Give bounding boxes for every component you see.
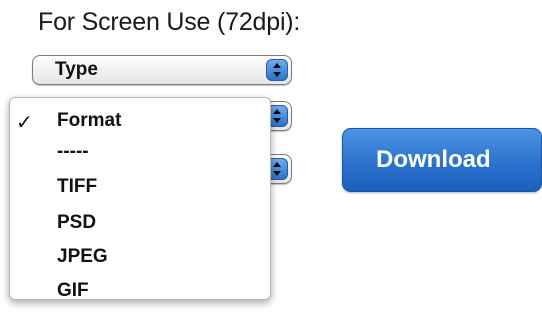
menu-item-label: GIF xyxy=(57,280,89,301)
menu-item-label: JPEG xyxy=(57,246,108,267)
format-dropdown-menu: ✓ Format ----- TIFF PSD JPEG GIF xyxy=(9,97,271,301)
menu-separator: ----- xyxy=(10,138,270,170)
page-title: For Screen Use (72dpi): xyxy=(38,8,301,36)
checkmark-icon: ✓ xyxy=(16,112,33,134)
stepper-icon xyxy=(266,59,288,81)
menu-item-label: PSD xyxy=(57,212,97,233)
type-select-value: Type xyxy=(55,59,98,80)
menu-item-format[interactable]: ✓ Format xyxy=(10,107,270,139)
menu-item-jpeg[interactable]: JPEG xyxy=(10,243,270,275)
menu-item-label: TIFF xyxy=(57,176,98,197)
menu-item-label: Format xyxy=(57,110,122,131)
menu-item-psd[interactable]: PSD xyxy=(10,209,270,241)
type-select[interactable]: Type xyxy=(32,55,292,85)
menu-item-tiff[interactable]: TIFF xyxy=(10,173,270,205)
menu-item-gif[interactable]: GIF xyxy=(10,277,270,309)
download-button[interactable]: Download xyxy=(342,128,542,192)
menu-item-label: ----- xyxy=(57,141,89,162)
